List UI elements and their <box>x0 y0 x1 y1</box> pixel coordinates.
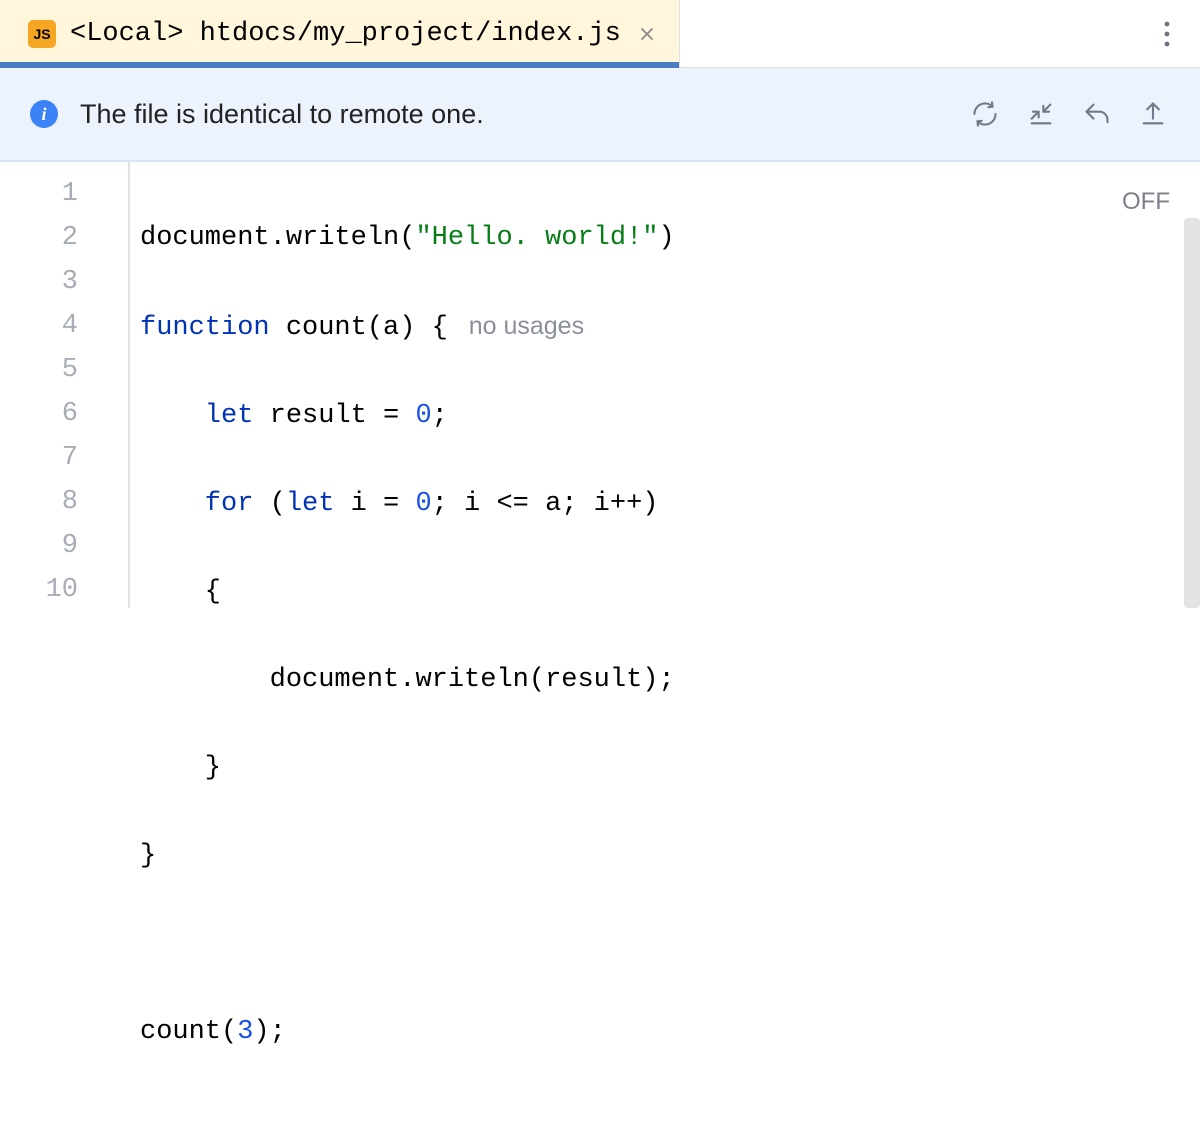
inspection-off-badge[interactable]: OFF <box>1122 180 1170 224</box>
code-line: document.writeln(result); <box>140 658 675 702</box>
usage-hint: no usages <box>448 312 584 340</box>
line-gutter: 1 2 3 4 5 6 7 8 9 10 <box>0 162 130 608</box>
code-line <box>140 922 675 966</box>
undo-icon <box>1083 100 1111 128</box>
code-line: { <box>140 570 675 614</box>
scrollbar[interactable] <box>1184 218 1200 608</box>
close-icon <box>639 26 655 42</box>
info-banner: i The file is identical to remote one. <box>0 68 1200 162</box>
info-icon: i <box>30 100 58 128</box>
code-line: } <box>140 746 675 790</box>
line-number: 10 <box>0 568 128 612</box>
line-number: 9 <box>0 524 128 568</box>
close-tab-button[interactable] <box>639 26 655 42</box>
undo-button[interactable] <box>1080 97 1114 131</box>
code-line: for (let i = 0; i <= a; i++) <box>140 482 675 526</box>
code-line: let result = 0; <box>140 394 675 438</box>
line-number: 6 <box>0 392 128 436</box>
download-button[interactable] <box>1024 97 1058 131</box>
more-vertical-icon <box>1164 21 1170 47</box>
code-area[interactable]: document.writeln("Hello. world!") functi… <box>130 162 675 608</box>
js-file-icon: JS <box>28 20 56 48</box>
line-number: 3 <box>0 260 128 304</box>
line-number: 8 <box>0 480 128 524</box>
sync-button[interactable] <box>968 97 1002 131</box>
code-editor[interactable]: 1 2 3 4 5 6 7 8 9 10 document.writeln("H… <box>0 162 1200 608</box>
editor-tab[interactable]: JS <Local> htdocs/my_project/index.js <box>0 0 680 67</box>
code-line: } <box>140 834 675 878</box>
line-number: 7 <box>0 436 128 480</box>
sync-icon <box>971 100 999 128</box>
code-line: function count(a) { no usages <box>140 304 675 350</box>
code-line: count(3); <box>140 1010 675 1054</box>
scrollbar-thumb[interactable] <box>1184 218 1200 608</box>
tab-bar: JS <Local> htdocs/my_project/index.js <box>0 0 1200 68</box>
more-menu-button[interactable] <box>1164 21 1170 47</box>
info-message: The file is identical to remote one. <box>80 99 484 130</box>
info-actions <box>968 97 1170 131</box>
line-number: 4 <box>0 304 128 348</box>
line-number: 2 <box>0 216 128 260</box>
line-number: 1 <box>0 172 128 216</box>
tab-title: <Local> htdocs/my_project/index.js <box>70 19 621 49</box>
code-line: document.writeln("Hello. world!") <box>140 216 675 260</box>
upload-button[interactable] <box>1136 97 1170 131</box>
download-icon <box>1027 100 1055 128</box>
upload-icon <box>1139 100 1167 128</box>
line-number: 5 <box>0 348 128 392</box>
